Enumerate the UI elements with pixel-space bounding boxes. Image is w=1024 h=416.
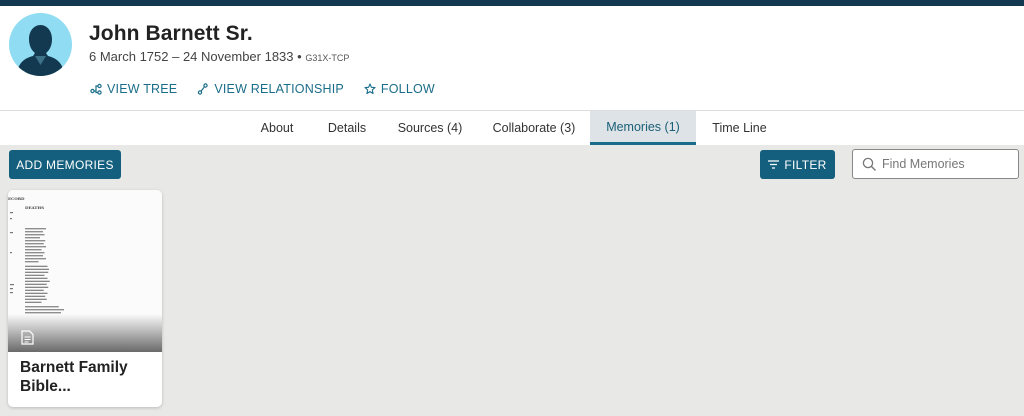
- filter-icon: [768, 160, 780, 169]
- tab-about[interactable]: About: [248, 111, 306, 145]
- tab-details[interactable]: Details: [318, 111, 376, 145]
- relationship-icon: [198, 83, 209, 95]
- person-name: John Barnett Sr.: [89, 22, 253, 45]
- view-relationship-link[interactable]: VIEW RELATIONSHIP: [197, 82, 344, 96]
- tab-memories[interactable]: Memories (1): [590, 111, 696, 145]
- view-relationship-label: VIEW RELATIONSHIP: [214, 82, 344, 96]
- view-tree-link[interactable]: VIEW TREE: [90, 82, 177, 96]
- life-span: 6 March 1752 – 24 November 1833 •: [89, 49, 302, 64]
- memory-card[interactable]: ECORD DEATHS Barnett Family Bible...: [8, 190, 162, 407]
- filter-label: FILTER: [784, 157, 827, 172]
- add-memories-button[interactable]: ADD MEMORIES: [9, 150, 121, 179]
- memory-title: Barnett Family Bible...: [20, 359, 128, 395]
- tab-time-line[interactable]: Time Line: [702, 111, 777, 145]
- tab-bar: About Details Sources (4) Collaborate (3…: [0, 110, 1024, 145]
- avatar[interactable]: [9, 13, 72, 76]
- tab-collaborate[interactable]: Collaborate (3): [484, 111, 584, 145]
- thumbnail-heading: ECORD: [8, 196, 25, 201]
- star-icon: [364, 83, 376, 95]
- person-id: G31X-TCP: [305, 53, 350, 63]
- thumbnail-subheading: DEATHS: [25, 205, 45, 210]
- view-tree-label: VIEW TREE: [107, 82, 178, 96]
- memory-thumbnail: ECORD DEATHS: [8, 190, 162, 352]
- tree-icon: [90, 83, 102, 95]
- search-input[interactable]: [882, 154, 1014, 174]
- thumbnail-margin-marks: [10, 212, 14, 294]
- filter-button[interactable]: FILTER: [760, 150, 835, 179]
- person-header: John Barnett Sr. 6 March 1752 – 24 Novem…: [0, 6, 1024, 110]
- follow-link[interactable]: FOLLOW: [364, 82, 435, 96]
- find-memories-search: [852, 149, 1019, 179]
- follow-label: FOLLOW: [380, 82, 435, 96]
- search-icon: [862, 157, 876, 171]
- person-silhouette-icon: [17, 25, 64, 76]
- tab-sources[interactable]: Sources (4): [390, 111, 470, 145]
- person-actions: VIEW TREE VIEW RELATIONSHIP FOLLOW: [90, 82, 435, 96]
- person-dates: 6 March 1752 – 24 November 1833 • G31X-T…: [89, 49, 349, 64]
- document-icon: [21, 330, 34, 345]
